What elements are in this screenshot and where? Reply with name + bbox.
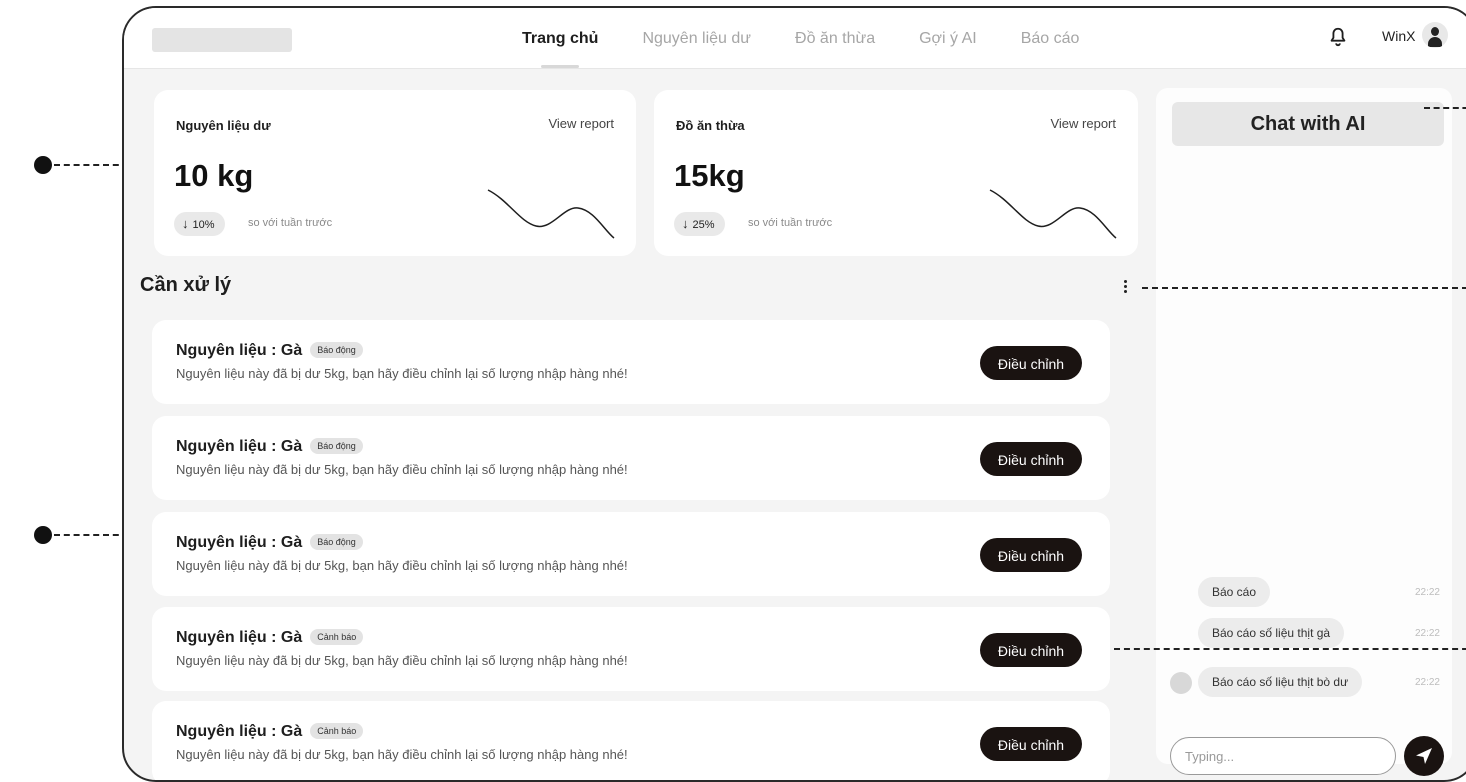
stat-value: 15kg	[674, 158, 745, 193]
nav-item-do-an-thua[interactable]: Đồ ăn thừa	[795, 8, 875, 68]
task-title-text: Nguyên liệu : Gà	[176, 342, 303, 359]
task-card: Nguyên liệu : Gà Báo động Nguyên liệu này…	[152, 320, 1110, 404]
status-tag: Báo động	[310, 438, 363, 454]
task-desc: Nguyên liệu này đã bị dư 5kg, bạn hãy đi…	[176, 747, 628, 762]
change-value: 25%	[692, 219, 715, 231]
avatar-head	[1431, 27, 1439, 36]
stat-title: Đồ ăn thừa	[676, 118, 745, 133]
chat-message: Báo cáo số liệu thịt gà	[1198, 618, 1345, 648]
adjust-button[interactable]: Điều chỉnh	[980, 633, 1082, 667]
avatar[interactable]	[1422, 22, 1448, 48]
adjust-button[interactable]: Điều chỉnh	[980, 442, 1082, 476]
status-tag: Báo động	[310, 342, 363, 358]
arrow-down-icon: ↓	[182, 216, 189, 231]
task-title-text: Nguyên liệu : Gà	[176, 629, 303, 646]
task-title: Nguyên liệu : Gà Báo động	[176, 534, 363, 552]
task-card: Nguyên liệu : Gà Báo động Nguyên liệu này…	[152, 416, 1110, 500]
message-time: 22:22	[1414, 587, 1440, 598]
stat-card-do-an-thua: Đồ ăn thừa View report 15kg ↓ 25% so với …	[654, 90, 1138, 256]
change-badge: ↓ 25%	[674, 212, 725, 236]
send-icon	[1416, 748, 1432, 764]
kebab-icon[interactable]	[1120, 278, 1130, 298]
chat-title: Chat with AI	[1172, 102, 1444, 146]
adjust-button[interactable]: Điều chỉnh	[980, 346, 1082, 380]
bell-icon[interactable]	[1327, 26, 1349, 48]
logo[interactable]	[152, 28, 292, 52]
change-value: 10%	[192, 219, 215, 231]
send-button[interactable]	[1404, 736, 1444, 776]
task-title: Nguyên liệu : Gà Báo động	[176, 342, 363, 360]
message-time: 22:22	[1414, 628, 1440, 639]
view-report-link[interactable]: View report	[1050, 116, 1116, 131]
avatar-body	[1428, 37, 1442, 47]
stat-title: Nguyên liệu dư	[176, 118, 271, 133]
task-card: Nguyên liệu : Gà Cảnh báo Nguyên liệu này…	[152, 607, 1110, 691]
task-title-text: Nguyên liệu : Gà	[176, 438, 303, 455]
device-frame: Trang chủ Nguyên liệu dư Đồ ăn thừa Gợi …	[122, 6, 1466, 782]
task-desc: Nguyên liệu này đã bị dư 5kg, bạn hãy đi…	[176, 653, 628, 668]
section-title: Cần xử lý	[140, 274, 232, 296]
arrow-down-icon: ↓	[682, 216, 689, 231]
callout-dot-stats	[34, 156, 52, 174]
compare-text: so với tuần trước	[748, 217, 833, 229]
status-tag: Cảnh báo	[310, 723, 364, 739]
task-title: Nguyên liệu : Gà Báo động	[176, 438, 363, 456]
task-desc: Nguyên liệu này đã bị dư 5kg, bạn hãy đi…	[176, 366, 628, 381]
callout-line-chat-header	[1424, 107, 1466, 109]
main-nav: Trang chủ Nguyên liệu dư Đồ ăn thừa Gợi …	[522, 8, 1123, 68]
nav-item-nguyen-lieu-du[interactable]: Nguyên liệu dư	[642, 8, 751, 68]
task-desc: Nguyên liệu này đã bị dư 5kg, bạn hãy đi…	[176, 558, 628, 573]
username[interactable]: WinX	[1382, 28, 1415, 44]
status-tag: Cảnh báo	[310, 629, 364, 645]
task-card: Nguyên liệu : Gà Cảnh báo Nguyên liệu này…	[152, 701, 1110, 780]
change-badge: ↓ 10%	[174, 212, 225, 236]
chat-message: Báo cáo số liệu thịt bò dư	[1198, 667, 1363, 697]
message-time: 22:22	[1414, 677, 1440, 688]
trend-sparkline	[989, 189, 1117, 239]
trend-sparkline	[487, 189, 615, 239]
top-nav: Trang chủ Nguyên liệu dư Đồ ăn thừa Gợi …	[124, 8, 1466, 69]
task-desc: Nguyên liệu này đã bị dư 5kg, bạn hãy đi…	[176, 462, 628, 477]
callout-dot-tasks	[34, 526, 52, 544]
callout-line-kebab	[1142, 287, 1466, 289]
compare-text: so với tuần trước	[248, 217, 333, 229]
task-title-text: Nguyên liệu : Gà	[176, 534, 303, 551]
status-tag: Báo động	[310, 534, 363, 550]
nav-item-trang-chu[interactable]: Trang chủ	[522, 8, 598, 68]
view-report-link[interactable]: View report	[548, 116, 614, 131]
task-title-text: Nguyên liệu : Gà	[176, 723, 303, 740]
nav-item-bao-cao[interactable]: Báo cáo	[1021, 8, 1080, 68]
nav-item-goi-y-ai[interactable]: Gợi ý AI	[919, 8, 977, 68]
chat-input[interactable]	[1170, 737, 1396, 775]
stat-card-nguyen-lieu-du: Nguyên liệu dư View report 10 kg ↓ 10% so…	[154, 90, 636, 256]
stat-value: 10 kg	[174, 158, 254, 193]
adjust-button[interactable]: Điều chỉnh	[980, 538, 1082, 572]
task-title: Nguyên liệu : Gà Cảnh báo	[176, 723, 364, 741]
ai-avatar	[1170, 672, 1192, 694]
task-card: Nguyên liệu : Gà Báo động Nguyên liệu này…	[152, 512, 1110, 596]
chat-panel: Chat with AI Báo cáo 22:22 Báo cáo số li…	[1156, 88, 1452, 776]
callout-line-adjust	[1114, 648, 1466, 650]
task-title: Nguyên liệu : Gà Cảnh báo	[176, 629, 364, 647]
adjust-button[interactable]: Điều chỉnh	[980, 727, 1082, 761]
chat-message: Báo cáo	[1198, 577, 1271, 607]
